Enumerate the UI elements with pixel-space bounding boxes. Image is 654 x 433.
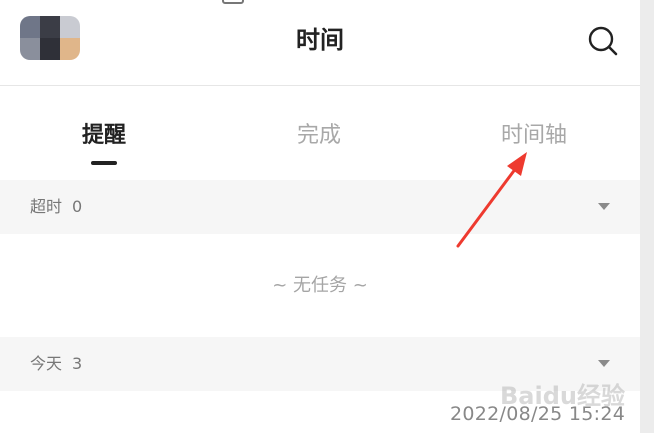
section-overdue[interactable]: 超时 0 [0, 180, 640, 234]
scroll-track [640, 0, 654, 433]
tab-timeline[interactable]: 时间轴 [501, 120, 567, 152]
top-header: 时间 [0, 0, 640, 86]
tab-completed[interactable]: 完成 [297, 120, 341, 152]
page-title: 时间 [296, 26, 344, 54]
chevron-down-icon [598, 203, 610, 210]
tab-bar: 提醒 完成 时间轴 [0, 100, 640, 180]
empty-state: ~ 无任务 ~ [272, 275, 368, 296]
section-overdue-label: 超时 [30, 197, 63, 216]
section-today-count: 3 [72, 354, 83, 373]
watermark-logo: Baidu经验 [500, 382, 625, 410]
chevron-down-icon [598, 360, 610, 367]
active-tab-indicator [91, 161, 117, 165]
status-bar-icon [222, 0, 244, 4]
section-overdue-count: 0 [72, 197, 83, 216]
search-button[interactable] [586, 24, 620, 58]
search-icon [588, 26, 618, 56]
tab-reminders[interactable]: 提醒 [82, 120, 126, 152]
app-screen: 时间 提醒 完成 时间轴 超时 0 ~ 无任务 ~ 今天 3 2022/08/2… [0, 0, 640, 433]
section-today-label: 今天 [30, 354, 63, 373]
